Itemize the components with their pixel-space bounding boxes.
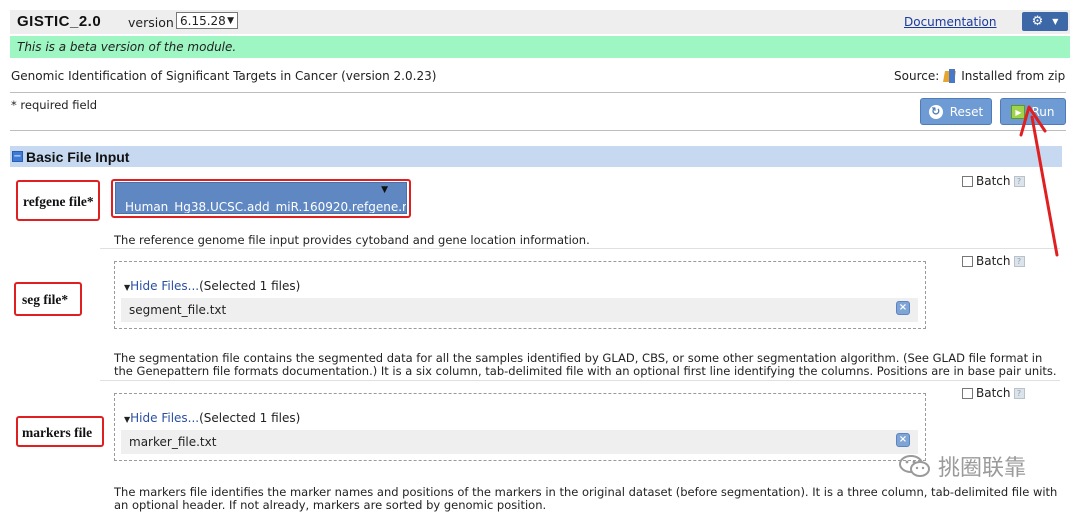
markers-hide-files-row: ▼Hide Files...(Selected 1 files): [124, 411, 300, 425]
gear-icon: ⚙: [1031, 14, 1044, 29]
batch-toggle-markers[interactable]: Batch ?: [962, 386, 1025, 400]
required-field-note: * required field: [11, 98, 98, 112]
param-label-seg: seg file*: [22, 292, 69, 307]
seg-hide-files-row: ▼Hide Files...(Selected 1 files): [124, 279, 300, 293]
param-separator: [100, 248, 1060, 249]
batch-checkbox[interactable]: [962, 255, 973, 267]
caret-down-icon: ▼: [1052, 17, 1059, 26]
watermark-text: 挑圈联靠: [938, 456, 1027, 481]
refgene-file-select[interactable]: Human_Hg38.UCSC.add_miR.160920.refgene.m…: [115, 182, 407, 214]
source-value: Installed from zip: [961, 69, 1066, 83]
selected-count: (Selected 1 files): [199, 279, 301, 293]
refresh-icon: ↻: [928, 104, 943, 119]
settings-menu-button[interactable]: ⚙ ▼: [1022, 12, 1068, 31]
batch-label: Batch: [976, 386, 1011, 400]
collapse-icon[interactable]: −: [12, 151, 23, 162]
selected-count: (Selected 1 files): [199, 411, 301, 425]
zip-archive-icon: [943, 69, 957, 83]
param-label-markers: markers file: [22, 425, 93, 440]
source-label: Source:: [894, 69, 940, 83]
markers-file-row: marker_file.txt ×: [121, 430, 918, 454]
version-label: version: [128, 15, 174, 30]
watermark: 挑圈联靠: [898, 450, 1026, 482]
divider: [10, 92, 1066, 93]
section-title: Basic File Input: [26, 148, 130, 165]
seg-file-name: segment_file.txt: [129, 303, 227, 317]
remove-file-icon[interactable]: ×: [896, 433, 910, 447]
dropdown-arrow-icon: ▼: [381, 185, 388, 195]
documentation-link[interactable]: Documentation: [904, 15, 997, 29]
help-icon[interactable]: ?: [1013, 387, 1025, 399]
annotation-arrow: [1019, 105, 1059, 257]
section-header-basic-file-input[interactable]: − Basic File Input: [10, 146, 1062, 167]
version-value: 6.15.28: [180, 13, 226, 28]
markers-file-name: marker_file.txt: [129, 435, 217, 449]
param-separator: [100, 380, 1060, 381]
refgene-file-value: Human_Hg38.UCSC.add_miR.160920.refgene.m…: [125, 200, 407, 214]
param-help-seg-line2: the Genepattern file formats documentati…: [114, 364, 1057, 378]
beta-notice: This is a beta version of the module.: [10, 36, 1070, 58]
batch-label: Batch: [976, 254, 1011, 268]
wechat-icon: [899, 455, 930, 477]
module-name: GISTIC_2.0: [17, 13, 102, 30]
reset-button[interactable]: ↻ Reset: [920, 98, 992, 125]
seg-file-row: segment_file.txt ×: [121, 298, 918, 322]
hide-files-link[interactable]: Hide Files...: [130, 279, 199, 293]
remove-file-icon[interactable]: ×: [896, 301, 910, 315]
version-select[interactable]: 6.15.28 ▼: [176, 12, 238, 29]
divider: [10, 130, 1066, 131]
batch-label: Batch: [976, 174, 1011, 188]
module-source: Source: Installed from zip: [894, 69, 1065, 83]
batch-checkbox[interactable]: [962, 387, 973, 399]
batch-checkbox[interactable]: [962, 175, 973, 187]
param-label-refgene: refgene file*: [23, 194, 94, 209]
param-help-refgene: The reference genome file input provides…: [114, 233, 590, 247]
param-help-markers-line2: an optional header. If not already, mark…: [114, 498, 547, 512]
module-description: Genomic Identification of Significant Ta…: [11, 69, 437, 83]
chevron-down-icon: ▼: [227, 15, 234, 26]
hide-files-link[interactable]: Hide Files...: [130, 411, 199, 425]
reset-label: Reset: [949, 104, 984, 119]
